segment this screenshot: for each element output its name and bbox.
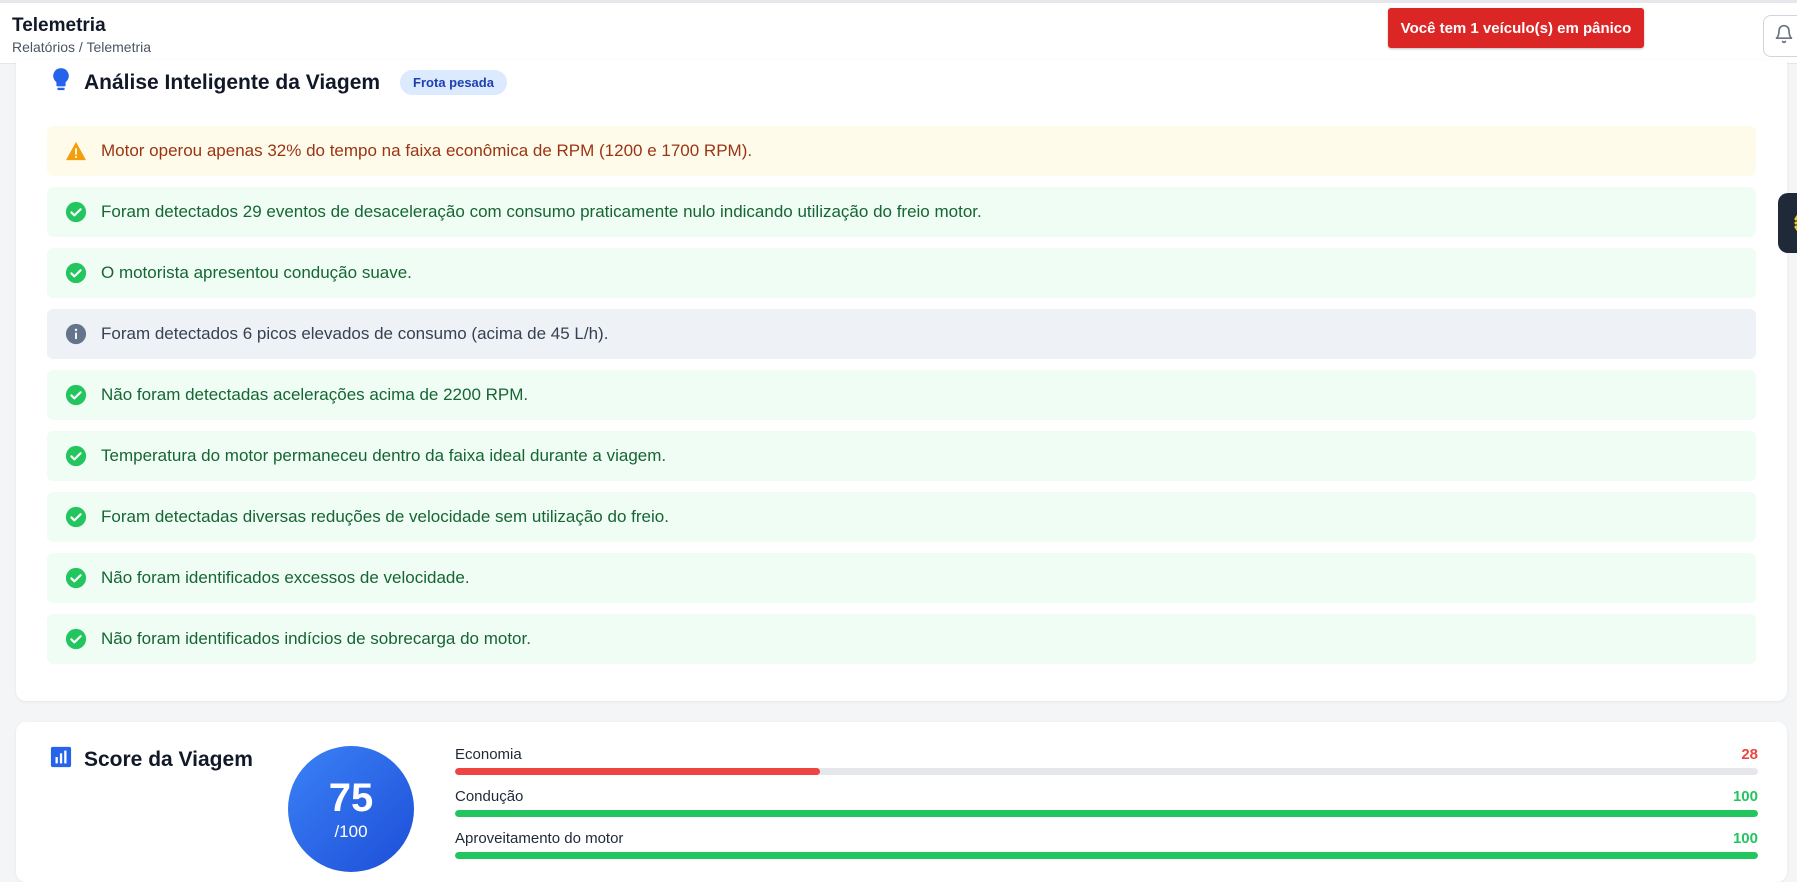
score-header: Score da Viagem bbox=[50, 746, 253, 773]
metric-bar-fill bbox=[455, 768, 820, 775]
analysis-item: Temperatura do motor permaneceu dentro d… bbox=[47, 431, 1756, 481]
check-circle-icon bbox=[65, 628, 87, 650]
lightbulb-icon bbox=[50, 67, 72, 98]
notifications-button[interactable] bbox=[1763, 15, 1797, 57]
assistant-side-tab[interactable] bbox=[1778, 193, 1797, 253]
analysis-item: Foram detectados 29 eventos de desaceler… bbox=[47, 187, 1756, 237]
metric-value: 100 bbox=[1732, 788, 1758, 805]
score-value: 75 bbox=[328, 776, 374, 820]
metric-aproveitamento-motor: Aproveitamento do motor 100 bbox=[455, 830, 1758, 872]
metric-value: 100 bbox=[1732, 830, 1758, 847]
metric-label: Condução bbox=[455, 788, 524, 805]
analysis-item: Não foram identificados indícios de sobr… bbox=[47, 614, 1756, 664]
analysis-item-text: Não foram identificados excessos de velo… bbox=[101, 568, 470, 587]
analysis-item: Foram detectadas diversas reduções de ve… bbox=[47, 492, 1756, 542]
analysis-item-text: Foram detectados 29 eventos de desaceler… bbox=[101, 202, 982, 221]
analysis-item-rpm-warning: Motor operou apenas 32% do tempo na faix… bbox=[47, 126, 1756, 176]
score-title: Score da Viagem bbox=[84, 747, 253, 771]
fleet-type-badge: Frota pesada bbox=[400, 70, 507, 95]
analysis-item: Não foram identificados excessos de velo… bbox=[47, 553, 1756, 603]
metric-track bbox=[455, 810, 1758, 817]
analysis-item-text: O motorista apresentou condução suave. bbox=[101, 263, 412, 282]
analysis-card: Análise Inteligente da Viagem Frota pesa… bbox=[16, 60, 1787, 701]
metric-bar-fill bbox=[455, 852, 1758, 859]
warning-triangle-icon bbox=[65, 140, 87, 162]
check-circle-icon bbox=[65, 567, 87, 589]
analysis-item-text: Foram detectadas diversas reduções de ve… bbox=[101, 507, 669, 526]
bell-icon bbox=[1774, 24, 1794, 49]
analysis-item: O motorista apresentou condução suave. bbox=[47, 248, 1756, 298]
analysis-list: Motor operou apenas 32% do tempo na faix… bbox=[47, 126, 1756, 675]
check-circle-icon bbox=[65, 262, 87, 284]
metric-track bbox=[455, 768, 1758, 775]
analysis-item: Não foram detectadas acelerações acima d… bbox=[47, 370, 1756, 420]
analysis-header: Análise Inteligente da Viagem Frota pesa… bbox=[50, 67, 507, 98]
check-circle-icon bbox=[65, 384, 87, 406]
analysis-item-text: Motor operou apenas 32% do tempo na faix… bbox=[101, 141, 753, 160]
check-circle-icon bbox=[65, 201, 87, 223]
analysis-item-text: Não foram identificados indícios de sobr… bbox=[101, 629, 531, 648]
score-max: /100 bbox=[334, 822, 368, 841]
page-title: Telemetria bbox=[12, 15, 106, 36]
analysis-item-consumption-info: Foram detectados 6 picos elevados de con… bbox=[47, 309, 1756, 359]
score-card: Score da Viagem 75 /100 Economia 28 Cond… bbox=[16, 722, 1787, 882]
score-gauge: 75 /100 bbox=[288, 746, 414, 872]
top-bar: Telemetria Relatórios / Telemetria Você … bbox=[0, 0, 1797, 64]
check-circle-icon bbox=[65, 506, 87, 528]
score-metrics: Economia 28 Condução 100 Aproveitamento … bbox=[455, 746, 1758, 872]
check-circle-icon bbox=[65, 445, 87, 467]
analysis-title: Análise Inteligente da Viagem bbox=[84, 70, 381, 94]
metric-value: 28 bbox=[1741, 746, 1758, 763]
analysis-item-text: Não foram detectadas acelerações acima d… bbox=[101, 385, 529, 404]
metric-economia: Economia 28 bbox=[455, 746, 1758, 788]
metric-label: Economia bbox=[455, 746, 522, 763]
metric-label: Aproveitamento do motor bbox=[455, 830, 624, 847]
metric-bar-fill bbox=[455, 810, 1758, 817]
breadcrumb[interactable]: Relatórios / Telemetria bbox=[12, 39, 151, 55]
panic-alert-button[interactable]: Você tem 1 veículo(s) em pânico bbox=[1388, 8, 1644, 48]
metric-conducao: Condução 100 bbox=[455, 788, 1758, 830]
metric-track bbox=[455, 852, 1758, 859]
analysis-item-text: Temperatura do motor permaneceu dentro d… bbox=[101, 446, 667, 465]
bar-chart-icon bbox=[50, 746, 72, 773]
info-circle-icon bbox=[65, 323, 87, 345]
analysis-item-text: Foram detectados 6 picos elevados de con… bbox=[101, 324, 609, 343]
